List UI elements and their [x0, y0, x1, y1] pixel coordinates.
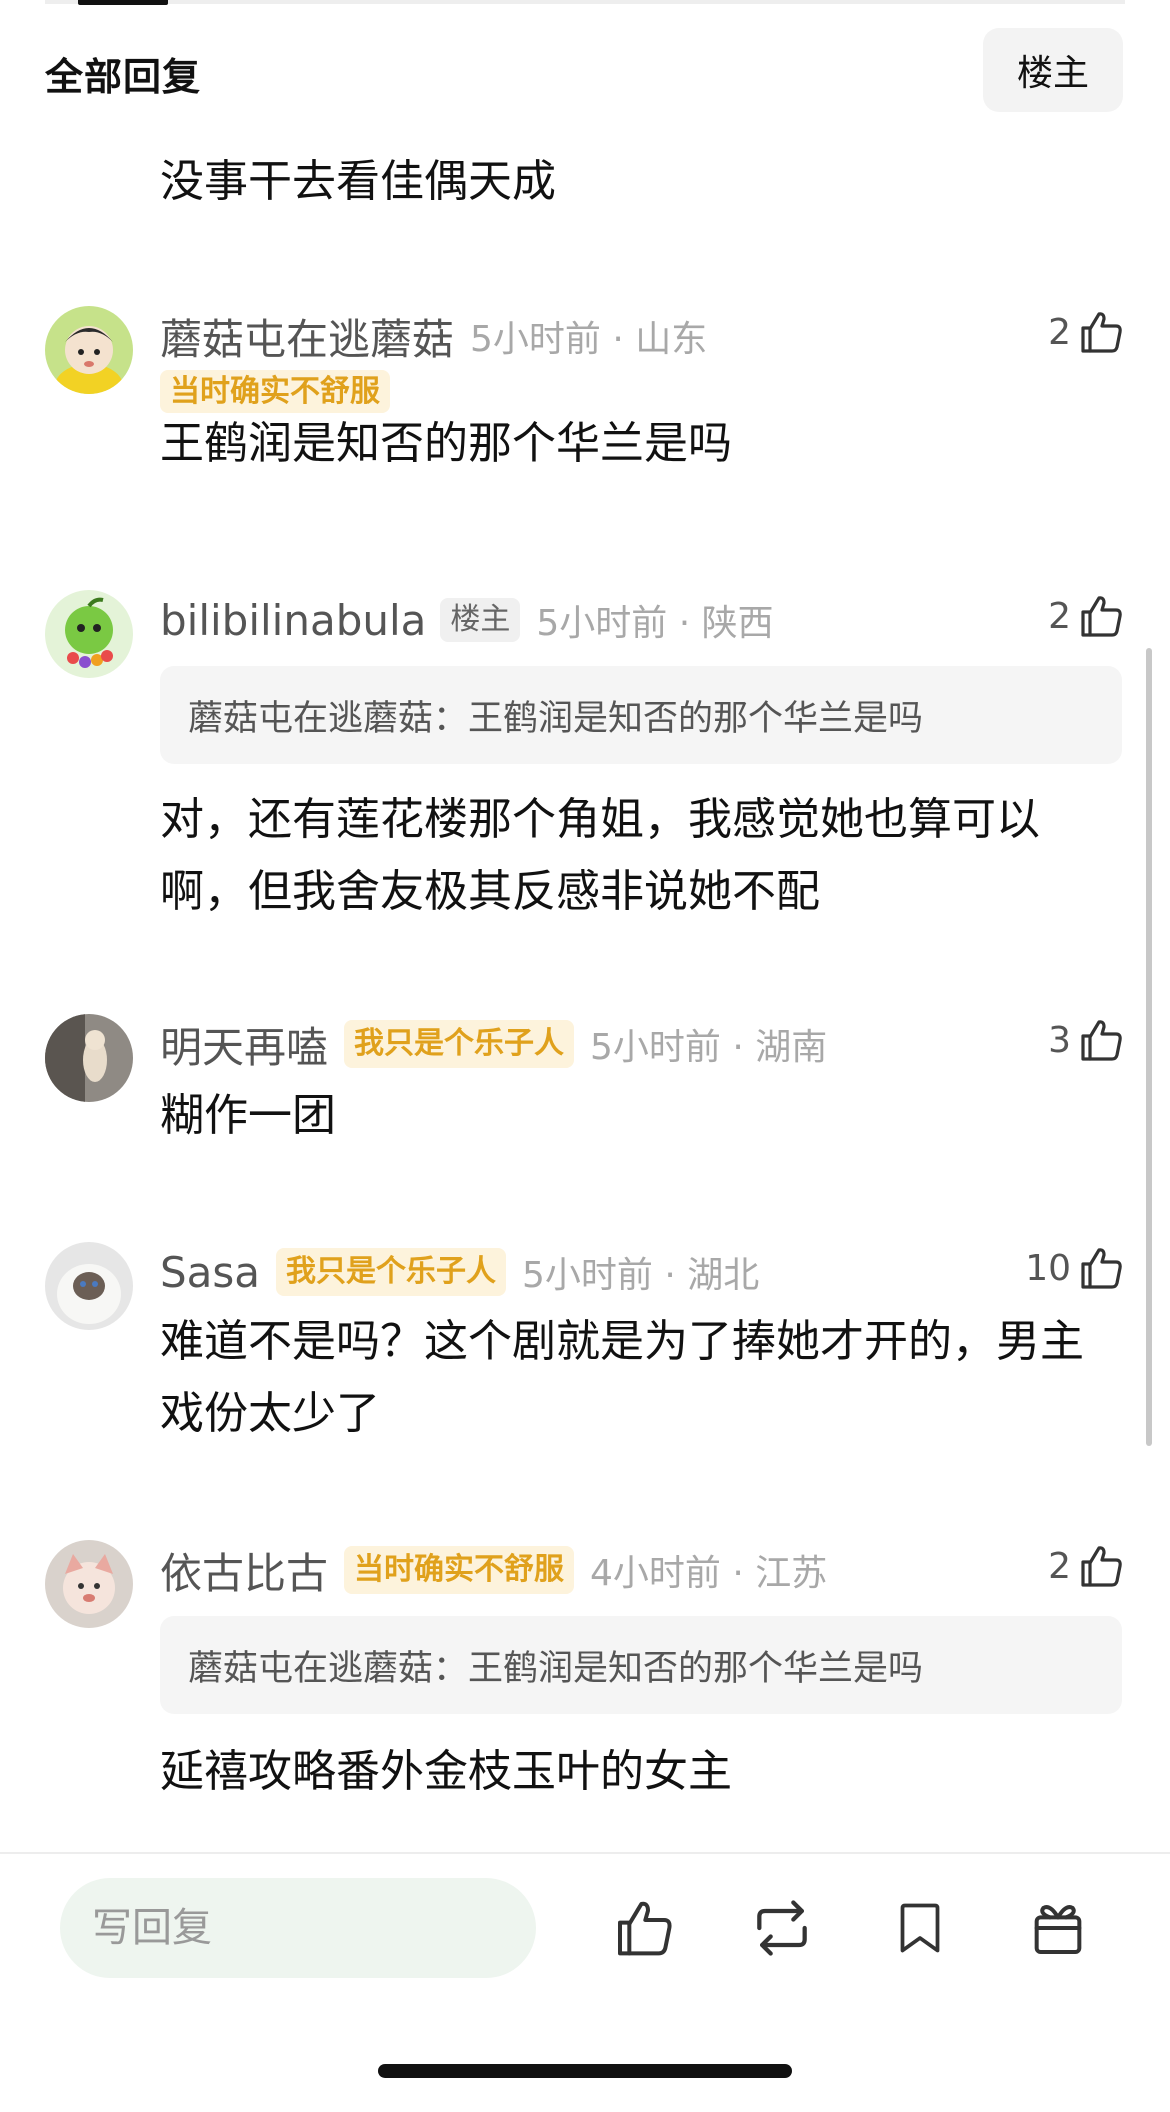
repost-button[interactable]	[744, 1890, 820, 1966]
timestamp-location: 5小时前 · 陕西	[536, 603, 774, 644]
gift-icon	[1034, 1905, 1082, 1954]
user-tag: 我只是个乐子人	[344, 1020, 575, 1068]
thumbs-up-icon	[618, 1901, 672, 1956]
home-indicator[interactable]	[378, 2064, 792, 2078]
comment-text: 延禧攻略番外金枝玉叶的女主	[160, 1746, 732, 1797]
avatar[interactable]	[45, 306, 133, 394]
username[interactable]: bilibilinabula	[160, 596, 426, 645]
thumbs-up-icon	[1081, 1248, 1122, 1289]
thumbs-up-icon	[1081, 1546, 1122, 1587]
comment-text: 难道不是吗？这个剧就是为了捧她才开的，男主戏份太少了	[160, 1316, 1084, 1439]
like-count: 2	[1048, 311, 1071, 353]
top-divider	[45, 0, 1125, 4]
louzhu-filter-button[interactable]: 楼主	[983, 28, 1123, 112]
like-count: 3	[1048, 1019, 1071, 1061]
comment-text: 对，还有莲花楼那个角姐，我感觉她也算可以啊，但我舍友极其反感非说她不配	[160, 794, 1040, 917]
timestamp-location: 4小时前 · 江苏	[590, 1553, 828, 1594]
timestamp-location: 5小时前 · 湖南	[590, 1027, 828, 1068]
scrollbar[interactable]	[1146, 648, 1152, 1446]
bookmark-icon	[900, 1903, 940, 1953]
username[interactable]: 明天再嗑	[160, 1014, 328, 1075]
user-tag: 我只是个乐子人	[276, 1248, 507, 1296]
reply-input[interactable]	[60, 1878, 536, 1978]
avatar[interactable]	[45, 1014, 133, 1102]
comment-text: 王鹤润是知否的那个华兰是吗	[160, 418, 732, 469]
like-count: 2	[1048, 1545, 1071, 1587]
like-button[interactable]: 2	[1048, 592, 1125, 640]
quoted-reply[interactable]: 蘑菇屯在逃蘑菇：王鹤润是知否的那个华兰是吗	[160, 1616, 1122, 1714]
avatar[interactable]	[45, 590, 133, 678]
like-count: 2	[1048, 595, 1071, 637]
thumbs-up-icon	[1081, 596, 1122, 637]
like-count: 10	[1025, 1247, 1071, 1289]
gift-button[interactable]	[1020, 1890, 1096, 1966]
username[interactable]: 蘑菇屯在逃蘑菇	[160, 306, 454, 367]
like-button[interactable]: 10	[1025, 1244, 1125, 1292]
thumbs-up-icon	[1081, 1020, 1122, 1061]
like-button[interactable]: 3	[1048, 1016, 1125, 1064]
bottom-bar-divider	[0, 1852, 1170, 1854]
user-tag: 当时确实不舒服	[160, 370, 390, 413]
timestamp-location: 5小时前 · 山东	[470, 319, 708, 360]
like-button[interactable]: 2	[1048, 308, 1125, 356]
timestamp-location: 5小时前 · 湖北	[522, 1255, 760, 1296]
username[interactable]: Sasa	[160, 1248, 260, 1297]
comment-text: 糊作一团	[160, 1090, 336, 1141]
op-badge: 楼主	[440, 598, 521, 642]
comment-text: 没事干去看佳偶天成	[160, 156, 556, 207]
tab-indicator	[78, 0, 168, 5]
bookmark-button[interactable]	[882, 1890, 958, 1966]
like-button[interactable]: 2	[1048, 1542, 1125, 1590]
avatar[interactable]	[45, 1540, 133, 1628]
username[interactable]: 依古比古	[160, 1540, 328, 1601]
avatar[interactable]	[45, 1242, 133, 1330]
repost-icon	[757, 1900, 807, 1956]
page-title: 全部回复	[45, 55, 202, 99]
like-post-button[interactable]	[606, 1890, 682, 1966]
thumbs-up-icon	[1081, 312, 1122, 353]
user-tag: 当时确实不舒服	[344, 1546, 575, 1594]
quoted-reply[interactable]: 蘑菇屯在逃蘑菇：王鹤润是知否的那个华兰是吗	[160, 666, 1122, 764]
